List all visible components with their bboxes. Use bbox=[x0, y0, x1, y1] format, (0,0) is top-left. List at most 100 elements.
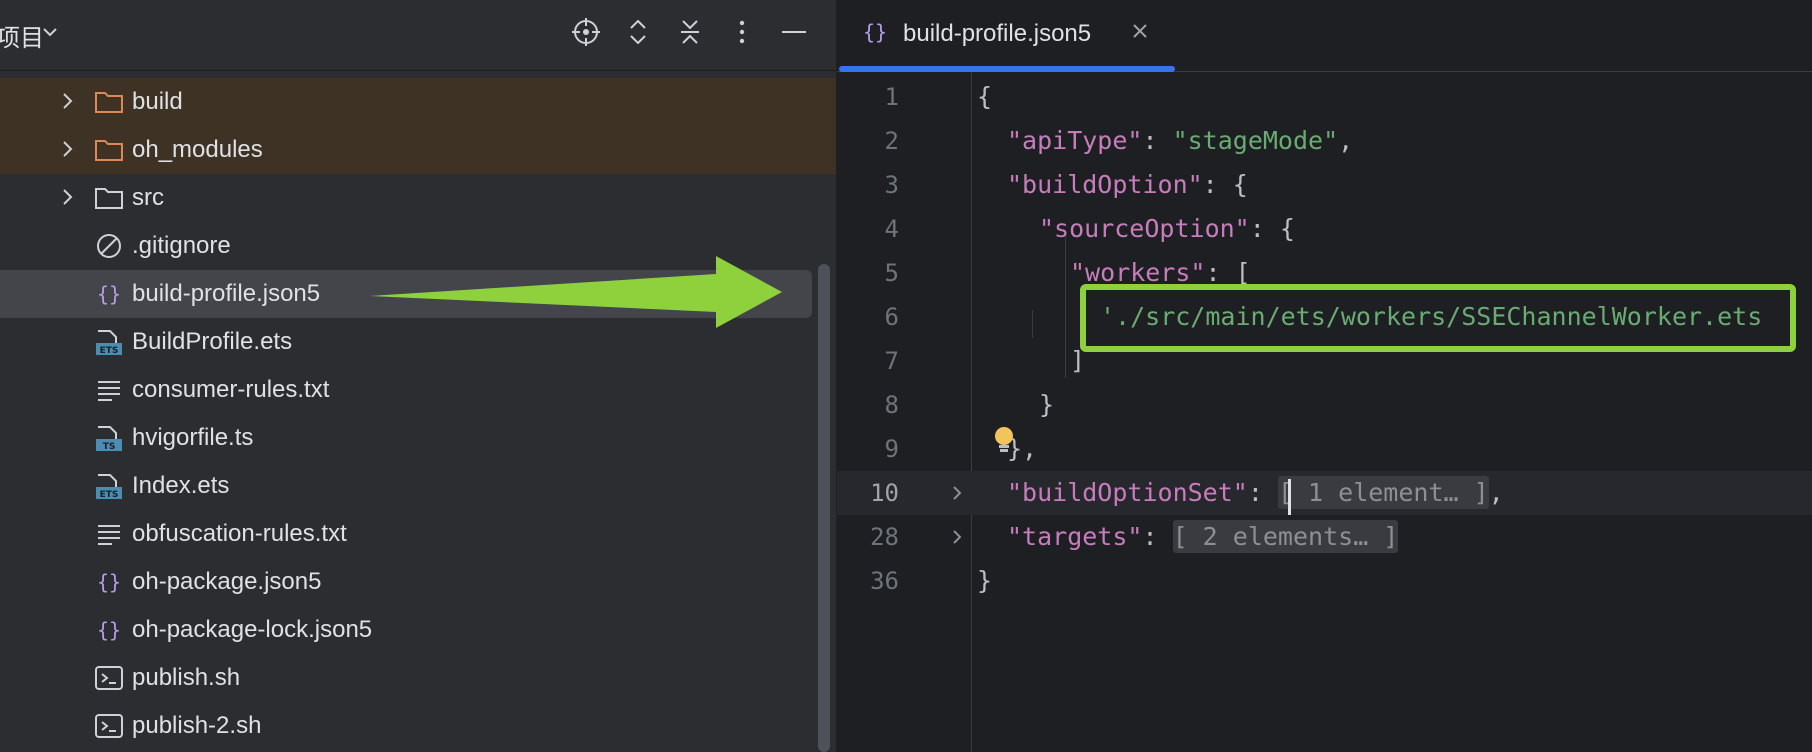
code-text: } bbox=[977, 566, 993, 595]
tree-item-obfuscation-rules-txt[interactable]: obfuscation-rules.txt bbox=[0, 510, 812, 558]
line-number: 9 bbox=[884, 435, 899, 463]
code-line[interactable]: 9 }, bbox=[837, 427, 1812, 471]
code-line[interactable]: 36 } bbox=[837, 559, 1812, 603]
shell-file-icon bbox=[95, 714, 123, 738]
ignore-file-icon bbox=[97, 234, 121, 258]
collapse-all-icon[interactable] bbox=[672, 14, 708, 50]
code-line[interactable]: 28 "targets": [ 2 elements… ] bbox=[837, 515, 1812, 559]
folded-region[interactable]: [ 1 element… ] bbox=[1277, 476, 1489, 509]
line-number: 1 bbox=[884, 83, 899, 111]
tree-item-label: build bbox=[132, 88, 183, 115]
line-number: 7 bbox=[884, 347, 899, 375]
tree-item-src[interactable]: src bbox=[0, 174, 812, 222]
tree-item-label: oh-package-lock.json5 bbox=[132, 616, 373, 643]
line-number: 10 bbox=[870, 479, 899, 507]
project-panel-header: 项目 bbox=[0, 0, 836, 71]
ts-file-icon: TS bbox=[96, 426, 122, 452]
active-tab-indicator bbox=[839, 66, 1175, 72]
code-line[interactable]: 3 "buildOption": { bbox=[837, 163, 1812, 207]
tree-item-label: .gitignore bbox=[132, 232, 231, 259]
code-text: "buildOption": { bbox=[1007, 170, 1248, 199]
ets-file-icon: ETS bbox=[96, 474, 122, 500]
svg-text:{}: {} bbox=[97, 570, 121, 594]
shell-file-icon bbox=[95, 666, 123, 690]
editor-tab-bar: {} build-profile.json5 bbox=[837, 0, 1812, 72]
chevron-right-icon[interactable] bbox=[56, 138, 78, 160]
project-panel: 项目 build oh_modules src .gitignore {} bu… bbox=[0, 0, 836, 752]
code-line-current[interactable]: 10 "buildOptionSet": [ 1 element… ], bbox=[837, 471, 1812, 515]
code-line[interactable]: 2 "apiType": "stageMode", bbox=[837, 119, 1812, 163]
tree-item-oh-modules[interactable]: oh_modules bbox=[0, 126, 836, 174]
tree-item-publish-2-sh[interactable]: publish-2.sh bbox=[0, 702, 812, 750]
line-number: 6 bbox=[884, 303, 899, 331]
tab-label: build-profile.json5 bbox=[903, 20, 1092, 47]
code-editor: {} build-profile.json5 1 { 2 "apiType": … bbox=[837, 0, 1812, 752]
line-number: 8 bbox=[884, 391, 899, 419]
tree-item-oh-package-json5[interactable]: {} oh-package.json5 bbox=[0, 558, 812, 606]
line-number: 36 bbox=[870, 567, 899, 595]
tree-item-label: obfuscation-rules.txt bbox=[132, 520, 347, 547]
chevron-down-icon[interactable] bbox=[40, 22, 60, 42]
tree-item-label: oh-package.json5 bbox=[132, 568, 322, 595]
svg-text:ETS: ETS bbox=[100, 490, 119, 500]
chevron-right-icon[interactable] bbox=[56, 90, 78, 112]
text-file-icon bbox=[98, 381, 120, 401]
fold-chevron-icon[interactable] bbox=[947, 483, 967, 503]
code-text: "buildOptionSet": [ 1 element… ], bbox=[1007, 476, 1504, 509]
tree-item-label: Index.ets bbox=[132, 472, 230, 499]
close-icon[interactable] bbox=[1129, 20, 1151, 42]
panel-title[interactable]: 项目 bbox=[0, 18, 44, 53]
tree-item-hvigorfile-ts[interactable]: TS hvigorfile.ts bbox=[0, 414, 812, 462]
annotation-arrow bbox=[370, 256, 782, 328]
tree-item-consumer-rules-txt[interactable]: consumer-rules.txt bbox=[0, 366, 812, 414]
tab-build-profile-json5[interactable]: {} build-profile.json5 bbox=[837, 0, 1175, 72]
tree-item-build[interactable]: build bbox=[0, 78, 836, 126]
json-file-icon: {} bbox=[97, 570, 121, 594]
tree-item-label: BuildProfile.ets bbox=[132, 328, 293, 355]
text-file-icon bbox=[98, 525, 120, 545]
line-number: 3 bbox=[884, 171, 899, 199]
tree-item-label: src bbox=[132, 184, 164, 211]
project-panel-scrollbar[interactable] bbox=[818, 264, 830, 752]
svg-text:ETS: ETS bbox=[100, 346, 119, 356]
annotation-highlight-box bbox=[1080, 284, 1796, 352]
folded-region[interactable]: [ 2 elements… ] bbox=[1172, 520, 1399, 553]
line-number: 5 bbox=[884, 259, 899, 287]
code-text: "workers": [ bbox=[1070, 258, 1251, 287]
fold-chevron-icon[interactable] bbox=[947, 527, 967, 547]
code-line[interactable]: 8 } bbox=[837, 383, 1812, 427]
code-text: "sourceOption": { bbox=[1039, 214, 1295, 243]
chevron-right-icon[interactable] bbox=[56, 186, 78, 208]
line-number: 28 bbox=[870, 523, 899, 551]
folder-icon bbox=[95, 140, 123, 161]
svg-text:{}: {} bbox=[97, 618, 121, 642]
json-file-icon: {} bbox=[863, 20, 887, 44]
minimize-icon[interactable] bbox=[776, 14, 812, 50]
more-options-icon[interactable] bbox=[724, 14, 760, 50]
line-number: 4 bbox=[884, 215, 899, 243]
tree-item-label: oh_modules bbox=[132, 136, 263, 163]
tree-item-label: build-profile.json5 bbox=[132, 280, 321, 307]
code-text: "targets": [ 2 elements… ] bbox=[1007, 520, 1399, 553]
tree-item-oh-package-lock-json5[interactable]: {} oh-package-lock.json5 bbox=[0, 606, 812, 654]
lightbulb-icon[interactable] bbox=[992, 426, 1016, 454]
tree-item-label: publish-2.sh bbox=[132, 712, 262, 739]
tree-item-publish-sh[interactable]: publish.sh bbox=[0, 654, 812, 702]
code-text: } bbox=[1039, 390, 1055, 419]
expand-all-icon[interactable] bbox=[620, 14, 656, 50]
locate-icon[interactable] bbox=[568, 14, 604, 50]
code-line[interactable]: 1 { bbox=[837, 75, 1812, 119]
svg-text:{}: {} bbox=[97, 282, 121, 306]
code-text: "apiType": "stageMode", bbox=[1007, 126, 1354, 155]
code-line[interactable]: 4 "sourceOption": { bbox=[837, 207, 1812, 251]
line-number: 2 bbox=[884, 127, 899, 155]
folder-icon bbox=[95, 92, 123, 113]
json-file-icon: {} bbox=[97, 282, 121, 306]
svg-text:{}: {} bbox=[863, 20, 887, 44]
ets-file-icon: ETS bbox=[96, 330, 122, 356]
tree-item-label: hvigorfile.ts bbox=[132, 424, 254, 451]
tree-item-index-ets[interactable]: ETS Index.ets bbox=[0, 462, 812, 510]
svg-text:TS: TS bbox=[103, 442, 116, 452]
tree-item-label: publish.sh bbox=[132, 664, 241, 691]
tree-item-label: consumer-rules.txt bbox=[132, 376, 330, 403]
